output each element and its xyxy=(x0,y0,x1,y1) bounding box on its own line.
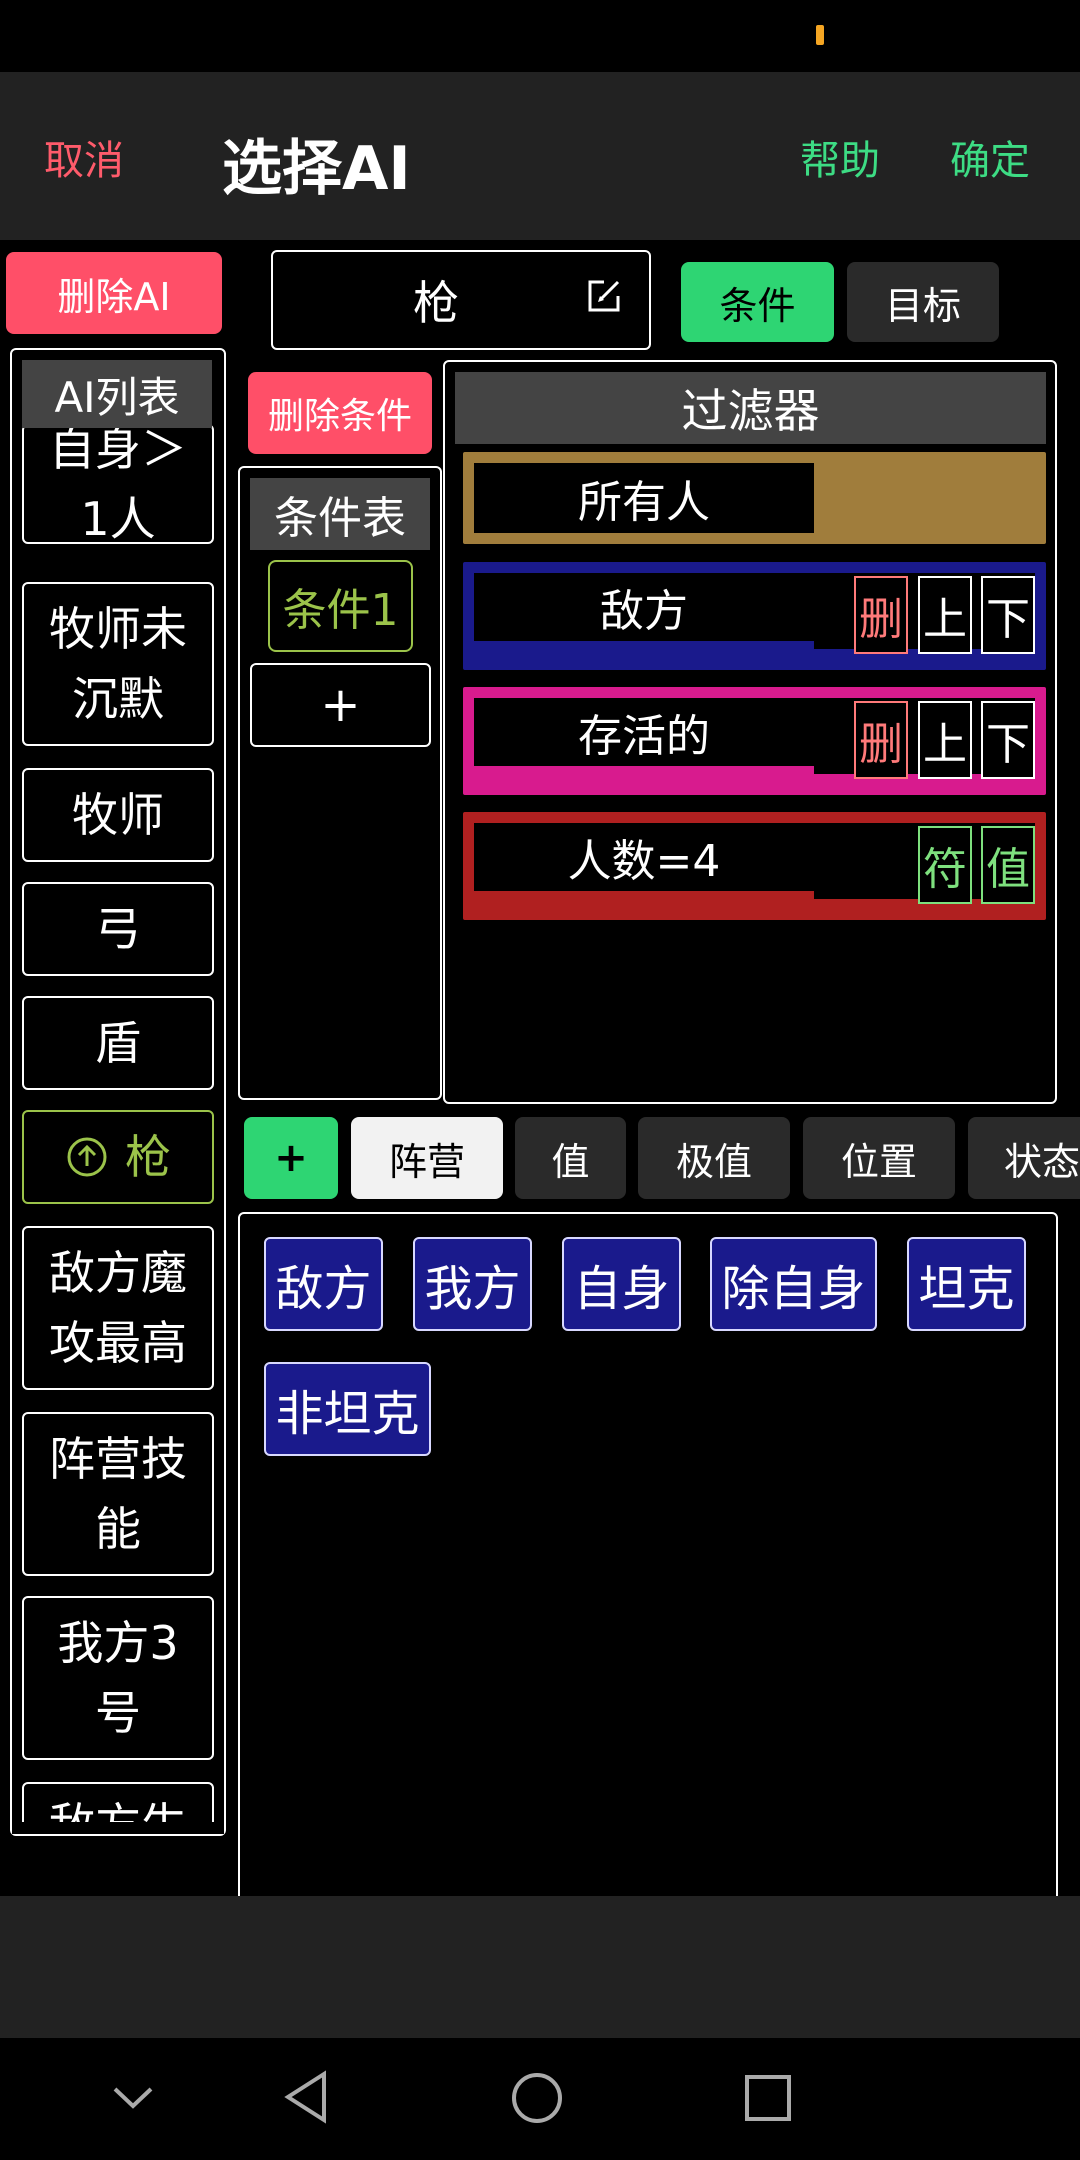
filter-move-up-button[interactable]: 上 xyxy=(918,701,972,779)
cancel-button[interactable]: 取消 xyxy=(44,128,124,186)
tab-condition[interactable]: 条件 xyxy=(681,262,834,342)
filter-row-label: 所有人 xyxy=(474,463,814,533)
filter-delete-button[interactable]: 删 xyxy=(854,576,908,654)
bottom-area xyxy=(0,1896,1080,2038)
ai-name-text: 枪 xyxy=(413,276,459,330)
ai-list-panel: 自身＞ 1人 牧师未 沉默 牧师 弓 盾 枪 敌方魔 攻最高 阵营技 能 我方3… xyxy=(10,348,226,1836)
condition-item[interactable]: 条件1 xyxy=(268,560,413,652)
filter-row[interactable]: 敌方 删 上 下 xyxy=(463,562,1046,670)
hide-keyboard-icon[interactable] xyxy=(112,2084,154,2112)
ai-list-item[interactable]: 盾 xyxy=(22,996,214,1090)
option-button[interactable]: 坦克 xyxy=(907,1237,1026,1331)
filter-row-label: 敌方 xyxy=(474,573,814,641)
ai-list-item-selected[interactable]: 枪 xyxy=(22,1110,214,1204)
category-tab-value[interactable]: 值 xyxy=(515,1117,626,1199)
navigation-bar xyxy=(0,2038,1080,2160)
home-icon[interactable] xyxy=(511,2072,563,2124)
ai-list-item-label: 枪 xyxy=(125,1130,171,1184)
category-tab-state[interactable]: 状态 xyxy=(968,1117,1080,1199)
filter-row-label: 存活的 xyxy=(474,698,814,766)
filter-delete-button[interactable]: 删 xyxy=(854,701,908,779)
condition-table-title: 条件表 xyxy=(250,478,430,550)
ai-list-item[interactable]: 敌方魔 攻最高 xyxy=(22,1226,214,1390)
filter-value-button[interactable]: 值 xyxy=(981,826,1035,904)
filter-row[interactable]: 所有人 xyxy=(463,452,1046,544)
filter-move-down-button[interactable]: 下 xyxy=(981,701,1035,779)
option-button[interactable]: 自身 xyxy=(562,1237,681,1331)
filter-operator-button[interactable]: 符 xyxy=(918,826,972,904)
category-tab-position[interactable]: 位置 xyxy=(803,1117,955,1199)
category-tab-camp[interactable]: 阵营 xyxy=(351,1117,503,1199)
status-bar xyxy=(0,0,1080,72)
ai-list-item[interactable]: 弓 xyxy=(22,882,214,976)
ai-list-item[interactable]: 牧师未 沉默 xyxy=(22,582,214,746)
tab-target[interactable]: 目标 xyxy=(847,262,999,342)
recent-apps-icon[interactable] xyxy=(744,2074,792,2122)
arrow-up-circle-icon xyxy=(67,1137,107,1177)
ai-list-item[interactable]: 阵营技 能 xyxy=(22,1412,214,1576)
add-condition-button[interactable]: + xyxy=(250,663,431,747)
delete-ai-button[interactable]: 删除AI xyxy=(6,252,222,334)
add-filter-button[interactable]: + xyxy=(244,1117,338,1199)
filter-row[interactable]: 存活的 删 上 下 xyxy=(463,687,1046,795)
ai-list-item[interactable]: 我方3 号 xyxy=(22,1596,214,1760)
edit-icon[interactable] xyxy=(584,276,624,316)
page-title: 选择AI xyxy=(222,134,411,204)
battery-indicator-icon xyxy=(816,25,824,45)
filter-row[interactable]: 人数=4 符 值 xyxy=(463,812,1046,920)
list-clip xyxy=(12,1822,224,1834)
option-button[interactable]: 非坦克 xyxy=(264,1362,431,1456)
delete-condition-button[interactable]: 删除条件 xyxy=(248,372,432,454)
filter-move-up-button[interactable]: 上 xyxy=(918,576,972,654)
option-button[interactable]: 我方 xyxy=(413,1237,532,1331)
ai-list-item[interactable]: 自身＞ 1人 xyxy=(22,422,214,546)
option-button[interactable]: 敌方 xyxy=(264,1237,383,1331)
back-icon[interactable] xyxy=(282,2070,330,2124)
ai-list-item[interactable]: 牧师 xyxy=(22,768,214,862)
category-tab-extreme[interactable]: 极值 xyxy=(638,1117,790,1199)
confirm-button[interactable]: 确定 xyxy=(950,128,1030,186)
header-bar xyxy=(0,72,1080,240)
option-button[interactable]: 除自身 xyxy=(710,1237,877,1331)
help-button[interactable]: 帮助 xyxy=(800,128,880,186)
ai-list-title: AI列表 xyxy=(22,360,212,428)
filter-move-down-button[interactable]: 下 xyxy=(981,576,1035,654)
filter-row-label: 人数=4 xyxy=(474,823,814,891)
filter-title: 过滤器 xyxy=(455,372,1046,444)
